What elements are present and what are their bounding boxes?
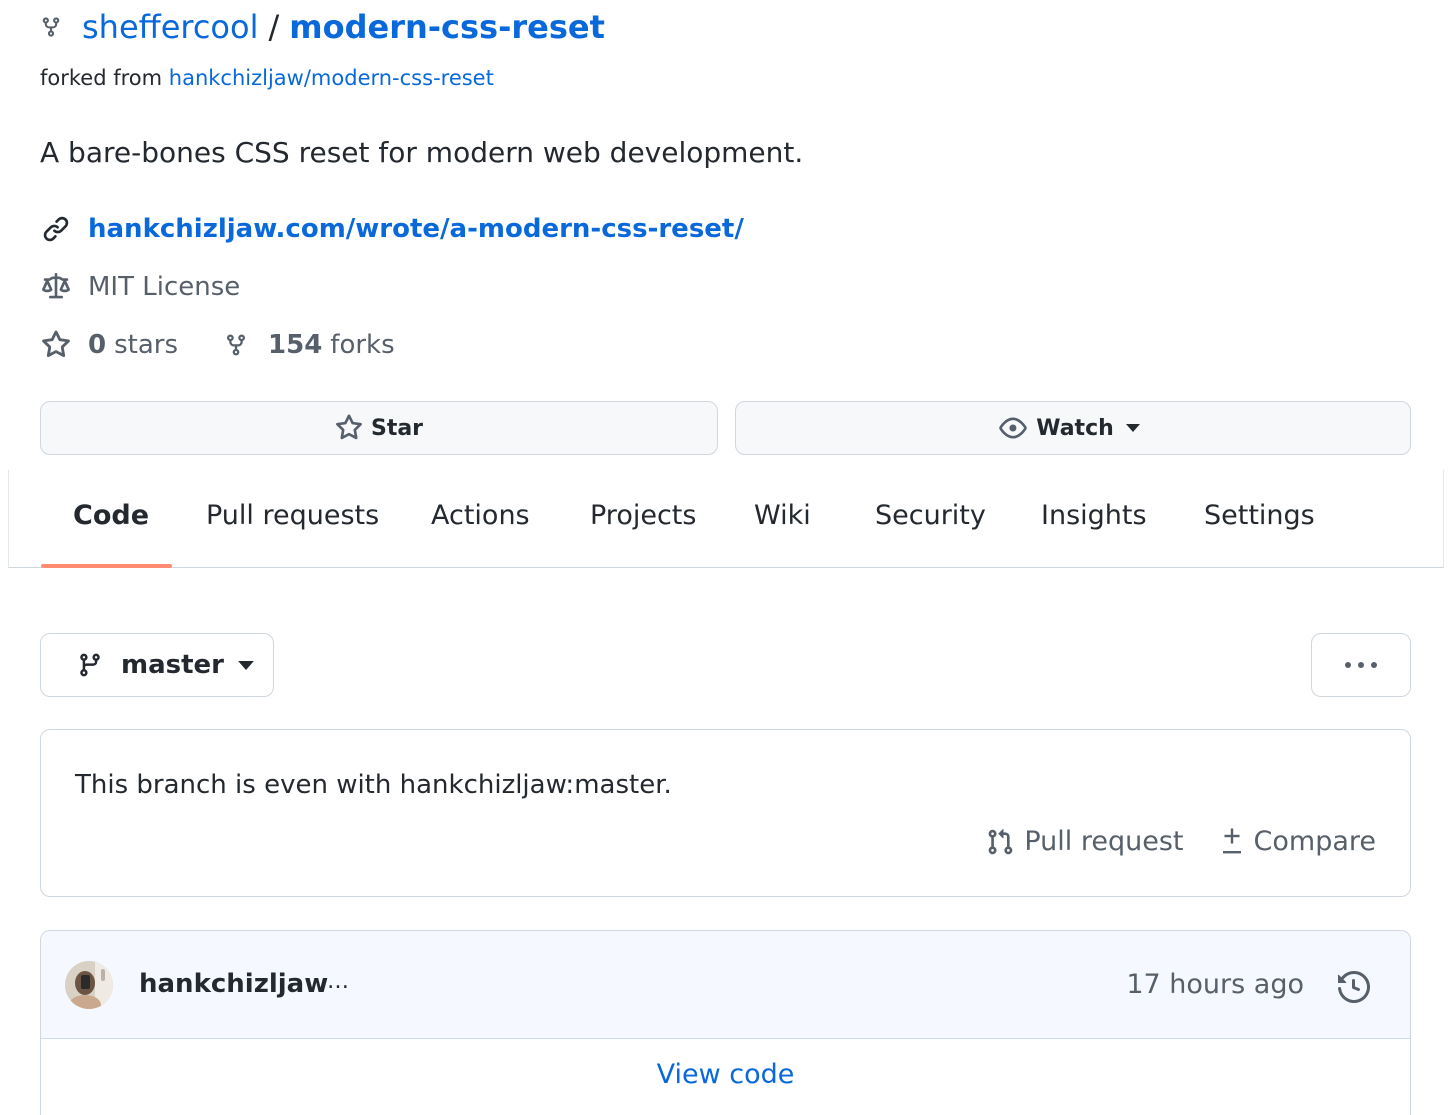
star-button-label: Star: [370, 415, 424, 441]
tab-insights[interactable]: Insights: [1041, 500, 1147, 531]
forked-from-prefix: forked from: [40, 66, 163, 90]
tab-actions[interactable]: Actions: [431, 500, 530, 531]
avatar[interactable]: [65, 961, 113, 1009]
eye-icon: [998, 414, 1036, 442]
law-icon: [40, 273, 72, 301]
history-icon[interactable]: [1338, 971, 1370, 1003]
repo-header: sheffercool / modern-css-reset: [40, 8, 605, 46]
commit-message-expander[interactable]: …: [327, 969, 349, 994]
branch-actions: Pull request Compare: [986, 826, 1376, 857]
branch-status-box: This branch is even with hankchizljaw:ma…: [40, 729, 1411, 897]
star-icon: [40, 330, 72, 360]
tab-projects[interactable]: Projects: [590, 500, 696, 531]
kebab-horizontal-icon: [1344, 661, 1378, 669]
tab-settings[interactable]: Settings: [1204, 500, 1315, 531]
repo-owner-link[interactable]: sheffercool: [82, 8, 258, 46]
star-icon: [335, 414, 371, 442]
repo-tabs: Code Pull requests Actions Projects Wiki…: [8, 470, 1444, 568]
repo-forked-icon: [220, 331, 252, 359]
link-icon: [40, 215, 72, 243]
forks-link[interactable]: 154 forks: [220, 330, 395, 360]
license-label: MIT License: [88, 272, 241, 302]
chevron-down-icon: [1125, 424, 1148, 432]
branch-status-text: This branch is even with hankchizljaw:ma…: [75, 770, 672, 800]
active-tab-indicator: [41, 564, 172, 568]
pull-request-label: Pull request: [1024, 826, 1184, 857]
tab-code[interactable]: Code: [73, 500, 149, 531]
star-button[interactable]: Star: [40, 401, 718, 455]
commit-author[interactable]: hankchizljaw: [139, 969, 328, 999]
diff-icon: [1220, 827, 1254, 857]
repo-forked-icon: [40, 14, 62, 40]
git-branch-icon: [77, 650, 103, 680]
stars-label: stars: [114, 330, 179, 360]
pull-request-link[interactable]: Pull request: [986, 826, 1184, 857]
forks-count: 154: [268, 330, 323, 360]
compare-label: Compare: [1253, 826, 1376, 857]
forked-from: forked from hankchizljaw/modern-css-rese…: [40, 66, 494, 90]
forks-label: forks: [330, 330, 395, 360]
commit-row: hankchizljaw … 17 hours ago: [41, 931, 1410, 1039]
branch-selector[interactable]: master: [40, 633, 274, 697]
commit-time[interactable]: 17 hours ago: [1126, 969, 1304, 1000]
repo-description: A bare-bones CSS reset for modern web de…: [40, 136, 804, 169]
chevron-down-icon: [238, 660, 254, 670]
view-code-link[interactable]: View code: [41, 1059, 1410, 1090]
stars-link[interactable]: 0 stars: [40, 330, 178, 360]
repo-license[interactable]: MIT License: [40, 272, 240, 302]
latest-commit-box: hankchizljaw … 17 hours ago View code: [40, 930, 1411, 1115]
repo-stats: 0 stars 154 forks: [40, 330, 395, 360]
stars-count: 0: [88, 330, 107, 360]
repo-path-separator: /: [268, 8, 280, 46]
watch-button[interactable]: Watch: [735, 401, 1411, 455]
branch-name: master: [121, 650, 224, 680]
tab-wiki[interactable]: Wiki: [754, 500, 811, 531]
tab-pull-requests[interactable]: Pull requests: [206, 500, 379, 531]
tab-security[interactable]: Security: [875, 500, 986, 531]
more-options-button[interactable]: [1311, 633, 1411, 697]
watch-button-label: Watch: [1036, 415, 1114, 441]
website-link[interactable]: hankchizljaw.com/wrote/a-modern-css-rese…: [88, 214, 744, 244]
repo-website: hankchizljaw.com/wrote/a-modern-css-rese…: [40, 214, 744, 244]
compare-link[interactable]: Compare: [1220, 826, 1376, 857]
forked-source-link[interactable]: hankchizljaw/modern-css-reset: [169, 66, 494, 90]
git-pull-request-icon: [986, 827, 1024, 857]
repo-name-link[interactable]: modern-css-reset: [289, 8, 605, 46]
